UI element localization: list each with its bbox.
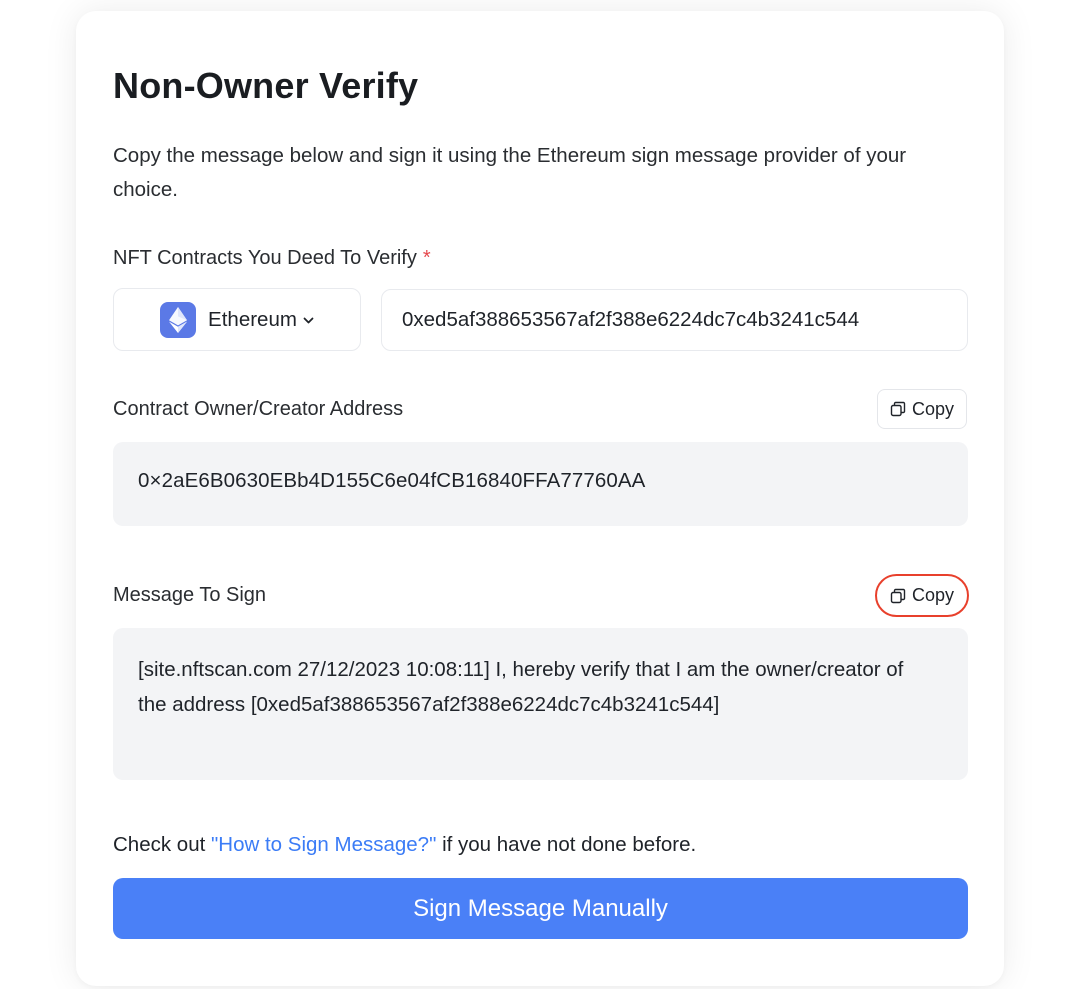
chain-name: Ethereum [208,307,297,331]
message-text: [site.nftscan.com 27/12/2023 10:08:11] I… [138,658,904,716]
ethereum-icon [160,301,197,338]
owner-label: Contract Owner/Creator Address [113,398,404,420]
message-label: Message To Sign [113,584,267,606]
page-title: Non-Owner Verify [113,65,419,106]
chevron-down-icon [303,312,314,328]
help-text: Check out "How to Sign Message?" if you … [113,833,696,857]
required-asterisk: * [422,247,431,269]
contract-address-input[interactable] [381,289,968,351]
copy-message-label: Copy [911,585,955,605]
copy-icon [890,401,906,417]
description-text: Copy the message below and sign it using… [113,144,907,201]
copy-message-button[interactable]: Copy [875,574,969,617]
verify-card: Non-Owner Verify Copy the message below … [76,11,1004,986]
owner-address-box: 0×2aE6B0630EBb4D155C6e04fCB16840FFA77760… [113,442,968,526]
owner-address: 0×2aE6B0630EBb4D155C6e04fCB16840FFA77760… [138,469,646,492]
how-to-sign-link[interactable]: "How to Sign Message?" [211,833,436,856]
copy-icon [890,588,906,604]
help-prefix: Check out [113,833,211,856]
copy-owner-button[interactable]: Copy [877,389,967,429]
contracts-label: NFT Contracts You Deed To Verify * [113,247,431,270]
copy-owner-label: Copy [911,398,955,419]
message-box: [site.nftscan.com 27/12/2023 10:08:11] I… [113,628,968,780]
chain-select[interactable]: Ethereum [113,288,361,351]
help-suffix: if you have not done before. [436,833,697,856]
contracts-label-text: NFT Contracts You Deed To Verify [113,247,417,269]
sign-message-button[interactable]: Sign Message Manually [113,878,968,939]
